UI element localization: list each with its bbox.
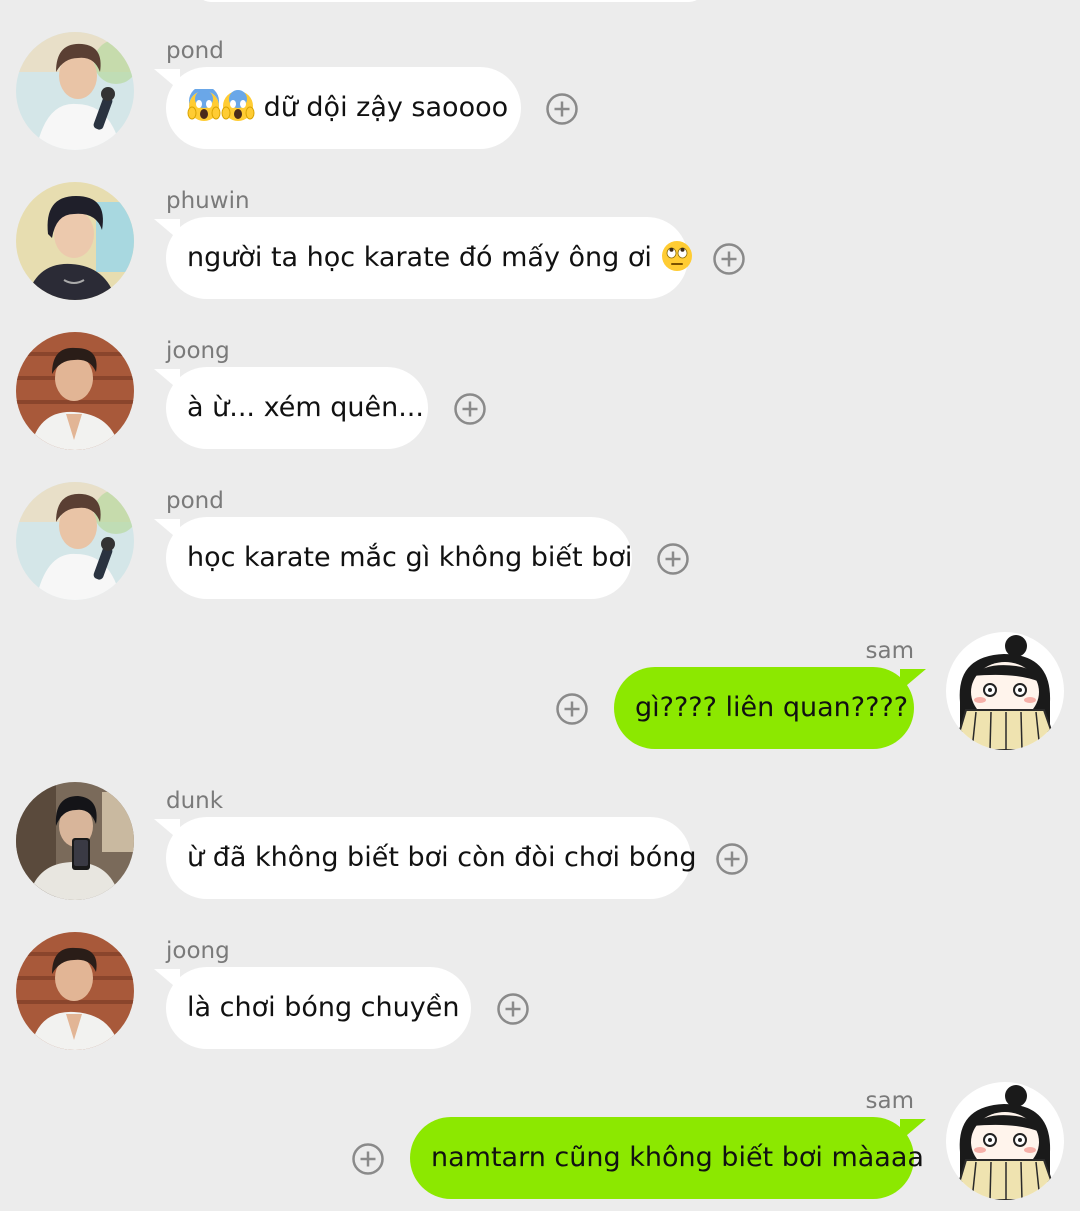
message-row: joong là chơi bóng chuyền <box>0 900 1080 1050</box>
message-row: phuwin người ta học karate đó mấy ông ơi <box>0 150 1080 300</box>
message-row: pond học karate mắc gì không biết bơi <box>0 450 1080 600</box>
plus-circle-icon[interactable] <box>657 543 689 575</box>
plus-circle-icon[interactable] <box>454 393 486 425</box>
message-bubble[interactable]: à ừ... xém quên... <box>154 367 428 449</box>
message-row: dunk ừ đã không biết bơi còn đòi chơi bó… <box>0 750 1080 900</box>
plus-circle-icon[interactable] <box>497 993 529 1025</box>
sender-name: sam <box>865 1088 914 1114</box>
sender-name: joong <box>166 938 230 964</box>
message-bubble[interactable]: gì???? liên quan???? <box>614 667 926 749</box>
plus-circle-icon[interactable] <box>352 1143 384 1175</box>
message-bubble[interactable]: người ta học karate đó mấy ông ơi <box>154 217 693 299</box>
sender-name: joong <box>166 338 230 364</box>
sender-name: dunk <box>166 788 224 814</box>
message-row: sam gì???? liên quan???? <box>0 600 1080 750</box>
phuwin-avatar[interactable] <box>16 182 134 300</box>
message-text: ừ đã không biết bơi còn đòi chơi bóng <box>187 842 697 873</box>
plus-circle-icon[interactable] <box>546 93 578 125</box>
screaming-face-emoji <box>221 89 255 121</box>
eye-roll-emoji <box>662 240 693 271</box>
message-text: dữ dội zậy saoooo <box>255 92 509 123</box>
message-text: là chơi bóng chuyền <box>187 992 460 1023</box>
message-bubble[interactable]: là chơi bóng chuyền <box>154 967 471 1049</box>
sam-avatar[interactable] <box>946 1082 1064 1200</box>
message-row: sam namtarn cũng không biết bơi màaaa <box>0 1050 1080 1200</box>
joong-avatar[interactable] <box>16 932 134 1050</box>
pond-avatar[interactable] <box>16 32 134 150</box>
dunk-avatar[interactable] <box>16 782 134 900</box>
message-bubble[interactable]: dữ dội zậy saoooo <box>154 67 521 149</box>
message-text: namtarn cũng không biết bơi màaaa <box>431 1142 924 1173</box>
message-bubble[interactable]: ừ đã không biết bơi còn đòi chơi bóng <box>154 817 697 899</box>
pond-avatar[interactable] <box>16 482 134 600</box>
sam-avatar[interactable] <box>946 632 1064 750</box>
plus-circle-icon[interactable] <box>556 693 588 725</box>
message-text: gì???? liên quan???? <box>635 692 909 723</box>
plus-circle-icon[interactable] <box>716 843 748 875</box>
message-text: à ừ... xém quên... <box>187 392 424 423</box>
plus-circle-icon[interactable] <box>713 243 745 275</box>
screaming-face-emoji <box>187 88 221 121</box>
message-text: học karate mắc gì không biết bơi <box>187 542 633 573</box>
sender-name: phuwin <box>166 188 250 214</box>
message-text: người ta học karate đó mấy ông ơi <box>187 242 661 273</box>
joong-avatar[interactable] <box>16 332 134 450</box>
message-row: joong à ừ... xém quên... <box>0 300 1080 450</box>
sender-name: pond <box>166 38 224 64</box>
sender-name: sam <box>865 638 914 664</box>
message-bubble[interactable]: học karate mắc gì không biết bơi <box>154 517 633 599</box>
message-row: pond dữ dội zậy saoooo <box>0 0 1080 150</box>
sender-name: pond <box>166 488 224 514</box>
message-bubble[interactable]: namtarn cũng không biết bơi màaaa <box>410 1117 926 1199</box>
